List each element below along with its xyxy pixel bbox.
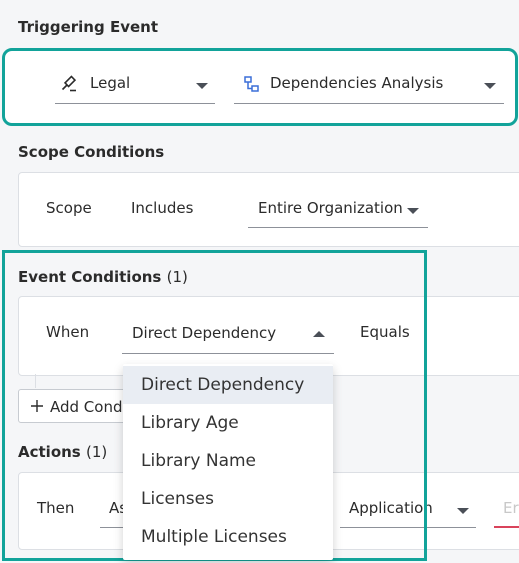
chevron-down-icon <box>457 508 469 514</box>
condition-field-dropdown: Direct Dependency Library Age Library Na… <box>123 364 333 560</box>
chevron-down-icon <box>196 83 208 89</box>
scope-operator: Includes <box>131 199 194 217</box>
dropdown-option-direct-dependency[interactable]: Direct Dependency <box>123 366 333 404</box>
event-select-value: Dependencies Analysis <box>270 74 444 92</box>
category-select[interactable]: Legal <box>55 66 215 104</box>
scope-label: Scope <box>46 199 92 217</box>
category-select-value: Legal <box>90 74 131 92</box>
scope-select[interactable]: Entire Organization <box>248 190 428 228</box>
dropdown-option-library-age[interactable]: Library Age <box>123 404 333 442</box>
flow-icon <box>243 75 261 97</box>
dropdown-option-licenses[interactable]: Licenses <box>123 480 333 518</box>
scope-conditions-title: Scope Conditions <box>18 143 165 161</box>
triggering-event-title: Triggering Event <box>18 18 158 36</box>
chevron-down-icon <box>407 208 419 214</box>
scope-select-value: Entire Organization <box>258 199 403 217</box>
event-select[interactable]: Dependencies Analysis <box>234 66 504 104</box>
action-value-placeholder: Er <box>503 499 519 517</box>
chevron-down-icon <box>484 83 496 89</box>
gavel-icon <box>61 75 79 97</box>
dropdown-option-multiple-licenses[interactable]: Multiple Licenses <box>123 518 333 556</box>
dropdown-option-library-name[interactable]: Library Name <box>123 442 333 480</box>
action-value-input[interactable]: Er <box>494 490 519 528</box>
